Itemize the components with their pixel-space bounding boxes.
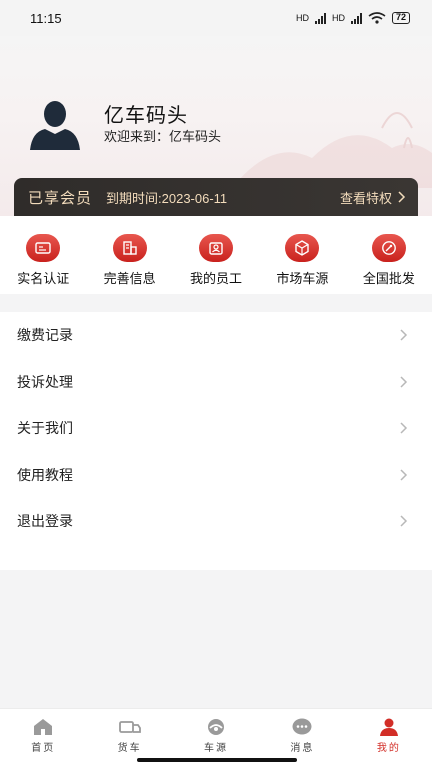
menu-item-logout[interactable]: 退出登录 [0,498,432,545]
network-label-1: HD [295,13,309,23]
chevron-right-icon [398,191,406,203]
message-icon [292,718,312,735]
truck-icon [118,721,141,733]
menu-item-about-us[interactable]: 关于我们 [0,405,432,452]
compass-icon [371,234,406,262]
tab-label: 车源 [204,743,229,754]
menu-list: 缴费记录 投诉处理 关于我们 使用教程 退出登录 [0,312,432,570]
menu-item-label: 投诉处理 [17,373,73,390]
profile-icon [379,718,398,736]
employee-badge-icon [199,234,234,262]
avatar[interactable] [28,96,82,150]
quick-action-complete-info[interactable]: 完善信息 [86,216,172,294]
menu-item-tutorial[interactable]: 使用教程 [0,452,432,499]
status-bar: 11:15 HD HD 72 [0,0,432,36]
chevron-right-icon [400,515,408,527]
tab-label: 消息 [290,743,315,754]
welcome-text: 欢迎来到：亿车码头 [104,129,222,144]
cube-icon [285,234,320,262]
menu-item-payment-records[interactable]: 缴费记录 [0,312,432,359]
chevron-right-icon [400,469,408,481]
quick-action-real-name[interactable]: 实名认证 [0,216,86,294]
signal-icon-2 [350,12,362,24]
chevron-right-icon [400,329,408,341]
quick-action-national-wholesale[interactable]: 全国批发 [346,216,432,294]
quick-action-my-employees[interactable]: 我的员工 [173,216,259,294]
chevron-right-icon [400,376,408,388]
battery-icon: 72 [391,12,410,24]
quick-action-label: 市场车源 [276,271,329,286]
view-privileges-link[interactable]: 查看特权 [340,188,406,207]
membership-expire-date: 到期时间:2023-06-11 [106,190,228,206]
menu-item-label: 使用教程 [17,466,73,483]
view-privileges-label: 查看特权 [339,190,392,206]
chevron-right-icon [400,422,408,434]
status-time: 11:15 [30,10,62,26]
quick-action-label: 完善信息 [103,271,156,286]
wifi-icon [368,12,386,24]
status-indicators: HD HD 72 [296,12,410,24]
tab-label: 货车 [117,743,142,754]
home-icon [34,719,53,735]
menu-item-label: 关于我们 [17,420,73,437]
tab-label: 首页 [31,743,56,754]
membership-card[interactable]: 已享会员 到期时间:2023-06-11 查看特权 [14,178,418,216]
quick-action-label: 实名认证 [17,271,70,286]
id-card-icon [26,234,61,262]
menu-item-label: 缴费记录 [17,327,73,344]
network-label-2: HD [331,13,345,23]
quick-actions: 实名认证 完善信息 我的员工 市场车源 全国批发 [0,216,432,294]
tab-label: 我的 [376,743,401,754]
membership-title: 已享会员 [28,189,93,207]
decorative-mountain-illustration [232,112,432,188]
tab-home[interactable]: 首页 [0,709,86,768]
menu-item-complaints[interactable]: 投诉处理 [0,359,432,406]
quick-action-label: 我的员工 [190,271,243,286]
quick-action-label: 全国批发 [362,271,415,286]
quick-action-market-cars[interactable]: 市场车源 [259,216,345,294]
tab-profile[interactable]: 我的 [346,709,432,768]
car-source-icon [208,719,225,735]
signal-icon [314,12,326,24]
menu-item-label: 退出登录 [17,513,73,530]
user-name: 亿车码头 [104,105,188,127]
home-indicator[interactable] [137,758,297,762]
building-icon [112,234,147,262]
